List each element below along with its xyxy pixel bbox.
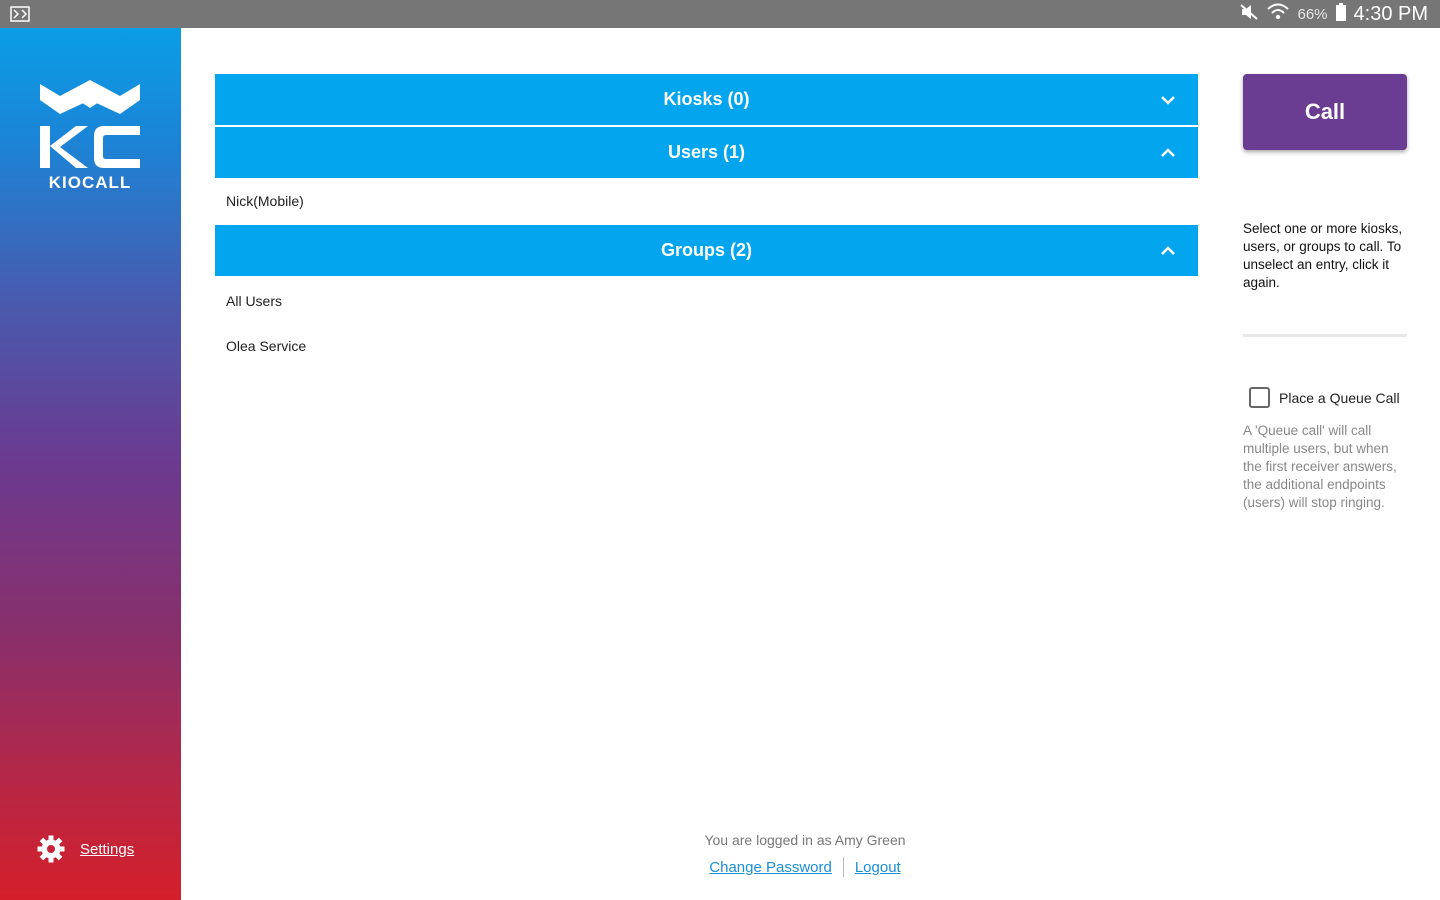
- footer: You are logged in as Amy Green Change Pa…: [605, 832, 1005, 877]
- settings-link[interactable]: Settings: [36, 834, 134, 864]
- logged-in-text: You are logged in as Amy Green: [704, 832, 906, 848]
- battery-icon: [1335, 2, 1346, 26]
- queue-call-label[interactable]: Place a Queue Call: [1279, 390, 1400, 406]
- chevron-up-icon: [1161, 245, 1175, 255]
- change-password-link[interactable]: Change Password: [709, 859, 832, 876]
- account-links: Change Password Logout: [605, 857, 1005, 877]
- users-list: Nick(Mobile): [215, 178, 1198, 223]
- directory-panel: Kiosks (0) Users (1) Nick(Mobile) Groups…: [215, 74, 1198, 368]
- list-item-user[interactable]: Nick(Mobile): [215, 178, 1198, 223]
- chevron-down-icon: [1161, 95, 1175, 105]
- kiosks-section-title: Kiosks (0): [663, 89, 750, 109]
- gear-icon: [37, 835, 65, 863]
- mute-icon: [1239, 3, 1259, 26]
- wifi-icon: [1267, 3, 1290, 26]
- list-item-group[interactable]: Olea Service: [215, 323, 1198, 368]
- call-button[interactable]: Call: [1243, 74, 1407, 150]
- queue-call-option[interactable]: Place a Queue Call: [1243, 387, 1407, 408]
- clock: 4:30 PM: [1353, 2, 1428, 25]
- groups-list: All Users Olea Service: [215, 276, 1198, 368]
- status-bar: 66% 4:30 PM: [0, 0, 1440, 28]
- queue-call-description: A 'Queue call' will call multiple users,…: [1243, 423, 1397, 510]
- battery-percent: 66%: [1297, 5, 1328, 23]
- groups-section-title: Groups (2): [660, 240, 752, 260]
- queue-call-checkbox[interactable]: [1249, 387, 1270, 408]
- svg-text:KIOCALL: KIOCALL: [49, 173, 132, 190]
- logout-link[interactable]: Logout: [855, 859, 901, 876]
- link-separator: [842, 857, 844, 877]
- users-section-header[interactable]: Users (1): [215, 127, 1198, 178]
- users-section-title: Users (1): [667, 142, 746, 162]
- sidebar: KIOCALL Settings: [0, 28, 181, 900]
- kiocall-logo: KIOCALL: [38, 78, 142, 192]
- kiosks-section-header[interactable]: Kiosks (0): [215, 74, 1198, 125]
- call-instructions: Select one or more kiosks, users, or gro…: [1243, 221, 1403, 290]
- divider: [1243, 334, 1407, 337]
- call-panel: Call Select one or more kiosks, users, o…: [1243, 74, 1407, 512]
- settings-label[interactable]: Settings: [80, 841, 134, 858]
- list-item-group[interactable]: All Users: [215, 278, 1198, 323]
- notification-icon: [10, 5, 32, 23]
- groups-section-header[interactable]: Groups (2): [215, 225, 1198, 276]
- chevron-up-icon: [1161, 147, 1175, 157]
